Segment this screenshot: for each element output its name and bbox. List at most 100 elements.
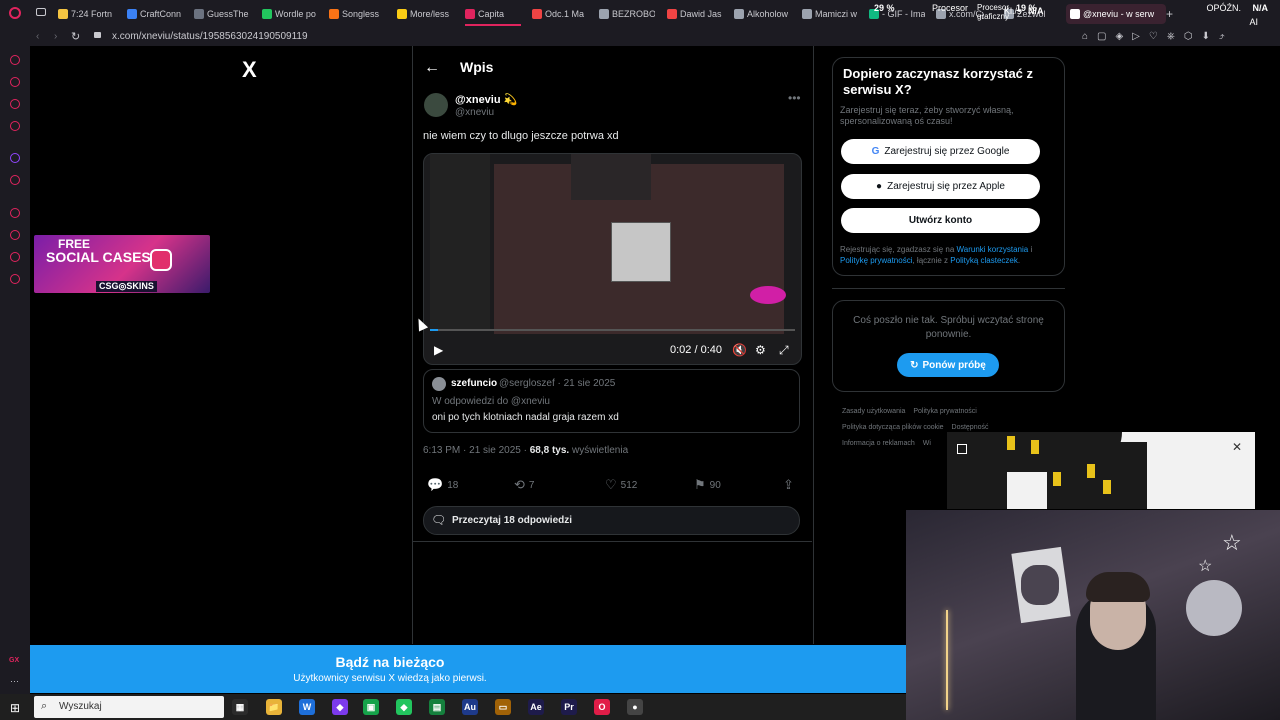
sidebar-app-icon[interactable] <box>10 77 20 87</box>
tweet-timestamp[interactable]: 6:13 PM · 21 sie 2025 · <box>423 445 530 456</box>
create-account-button[interactable]: Utwórz konto <box>841 208 1040 233</box>
browser-tab[interactable]: GuessThe <box>194 4 250 24</box>
gpu-percent: 19 % <box>1016 3 1037 13</box>
browser-tab[interactable]: Capita <box>465 4 521 26</box>
csgo-skins-ad[interactable]: FREE SOCIAL CASES CSG◎SKINS <box>34 235 210 293</box>
reply-button[interactable]: 💬 18 <box>427 477 458 493</box>
taskbar-app-icon[interactable]: O <box>594 699 610 715</box>
sidebar-app-icon[interactable] <box>10 99 20 109</box>
author-handle[interactable]: @xneviu <box>455 107 494 118</box>
browser-tab[interactable]: CraftConn <box>127 4 183 24</box>
legal-part: i <box>1028 245 1033 254</box>
browser-tab[interactable]: Songless <box>329 4 385 24</box>
share-button[interactable]: ⇪ <box>783 477 794 493</box>
taskbar-app-icon[interactable]: ▦ <box>232 699 248 715</box>
tab-overview-icon[interactable] <box>36 8 46 16</box>
tab-favicon-icon <box>599 9 609 19</box>
quoted-meta: @sergloszef · 21 sie 2025 <box>499 378 616 389</box>
footer-link[interactable]: Polityka dotycząca plików cookie <box>842 424 944 431</box>
back-arrow-icon[interactable]: ← <box>424 59 440 77</box>
more-icon[interactable]: ··· <box>10 676 19 686</box>
tab-label: Dawid Jas <box>680 9 722 19</box>
chat-bubble-icon: 🗨 <box>431 513 447 527</box>
browser-tab[interactable]: BEZROBO <box>599 4 655 24</box>
search-input[interactable]: Wyszukaj <box>59 701 102 712</box>
browser-tab[interactable]: More/less <box>397 4 453 24</box>
x-logo[interactable]: X <box>242 57 257 83</box>
opera-logo-icon[interactable] <box>9 7 21 19</box>
settings-gear-icon[interactable]: ⚙ <box>755 343 766 357</box>
repost-button[interactable]: ⟲ 7 <box>514 477 534 493</box>
sidebar-app-icon[interactable] <box>10 121 20 131</box>
gx-icon[interactable]: GX <box>9 657 19 664</box>
pip-icon[interactable] <box>957 444 967 454</box>
taskbar-app-icon[interactable]: ● <box>627 699 643 715</box>
tab-favicon-icon <box>127 9 137 19</box>
taskbar-app-icon[interactable]: ▭ <box>495 699 511 715</box>
reload-icon[interactable]: ↻ <box>71 30 80 43</box>
footer-link[interactable]: Zasady użytkowania <box>842 408 905 415</box>
browser-tab[interactable]: Dawid Jas <box>667 4 723 24</box>
taskbar-app-icon[interactable]: 📁 <box>266 699 282 715</box>
history-icon[interactable] <box>10 230 20 240</box>
taskbar-app-icon[interactable]: ▤ <box>429 699 445 715</box>
terms-link[interactable]: Warunki korzystania <box>957 245 1029 254</box>
avatar[interactable] <box>424 93 448 117</box>
footer-link[interactable]: Polityka prywatności <box>913 408 976 415</box>
taskbar-app-icon[interactable]: Au <box>462 699 478 715</box>
video-progress-track[interactable] <box>430 329 795 331</box>
browser-tab[interactable]: Odc.1 Ma <box>532 4 588 24</box>
browser-tab[interactable]: Wordle po <box>262 4 318 24</box>
repost-icon: ⟲ <box>514 477 525 492</box>
windows-start-icon[interactable]: ⊞ <box>10 701 20 715</box>
search-icon: ⌕ <box>41 700 48 712</box>
back-nav-icon[interactable]: ‹ <box>36 31 39 42</box>
ai-label[interactable]: AI <box>1249 17 1258 27</box>
footer-link[interactable]: Informacja o reklamach <box>842 440 915 447</box>
like-button[interactable]: ♡ 512 <box>605 477 637 493</box>
reply-icon: 💬 <box>427 477 444 492</box>
footer-link[interactable]: Wi <box>923 440 931 447</box>
taskbar-app-icon[interactable]: ◆ <box>396 699 412 715</box>
taskbar-app-icon[interactable]: ◆ <box>332 699 348 715</box>
tab-label: Odc.1 Ma <box>545 9 585 19</box>
privacy-link[interactable]: Politykę prywatności <box>840 256 912 265</box>
tab-favicon-icon <box>802 9 812 19</box>
author-name[interactable]: @xneviu 💫 <box>455 93 517 106</box>
banner-subtitle: Użytkownicy serwisu X wiedzą jako pierws… <box>293 673 487 684</box>
google-signup-button[interactable]: G Zarejestruj się przez Google <box>841 139 1040 164</box>
video-player[interactable]: ▶ 0:02 / 0:40 🔇 ⚙ ⤢ <box>423 153 802 365</box>
video-popup-overlay[interactable] <box>947 432 1255 509</box>
browser-tab[interactable]: Alkoholow <box>734 4 790 24</box>
taskbar-app-icon[interactable]: ▣ <box>363 699 379 715</box>
fullscreen-icon[interactable]: ⤢ <box>779 343 789 358</box>
sidebar-app-icon[interactable] <box>10 55 20 65</box>
forward-nav-icon[interactable]: › <box>54 31 57 42</box>
close-icon[interactable]: ✕ <box>1232 440 1242 454</box>
cookies-link[interactable]: Polityką clasteczek <box>950 256 1018 265</box>
settings-gear-icon[interactable] <box>10 274 20 284</box>
browser-tab[interactable]: Mamiczi w <box>802 4 858 24</box>
tab-favicon-icon <box>667 9 677 19</box>
twitch-icon[interactable] <box>10 153 20 163</box>
error-message: Coś poszło nie tak. Spróbuj wczytać stro… <box>853 315 1044 340</box>
url-input[interactable]: x.com/xneviu/status/1958563024190509119 <box>112 31 308 42</box>
retry-button[interactable]: ↻ Ponów próbę <box>897 353 999 377</box>
toolbar-icons: ⌂▢◈▷♡⎈⬡⬇⤴ <box>1082 31 1234 42</box>
taskbar-app-icon[interactable]: Ae <box>528 699 544 715</box>
footer-link[interactable]: Dostępność <box>952 424 989 431</box>
sidebar-app-icon[interactable] <box>10 252 20 262</box>
play-icon[interactable]: ▶ <box>434 343 443 357</box>
taskbar-app-icon[interactable]: Pr <box>561 699 577 715</box>
browser-tab[interactable]: 7:24 Fortn <box>58 4 120 24</box>
taskbar-app-icon[interactable]: W <box>299 699 315 715</box>
ad-brand: CSG◎SKINS <box>96 281 157 292</box>
lag-value: N/A <box>1252 3 1269 13</box>
sidebar-app-icon[interactable] <box>10 208 20 218</box>
apple-signup-button[interactable]: ● Zarejestruj się przez Apple <box>841 174 1040 199</box>
mute-icon[interactable]: 🔇 <box>732 343 747 357</box>
bookmark-button[interactable]: ⚑ 90 <box>694 477 721 493</box>
more-options-icon[interactable]: ••• <box>788 91 801 105</box>
webcam-feed: ☆ ☆ <box>906 510 1280 720</box>
sidebar-app-icon[interactable] <box>10 175 20 185</box>
